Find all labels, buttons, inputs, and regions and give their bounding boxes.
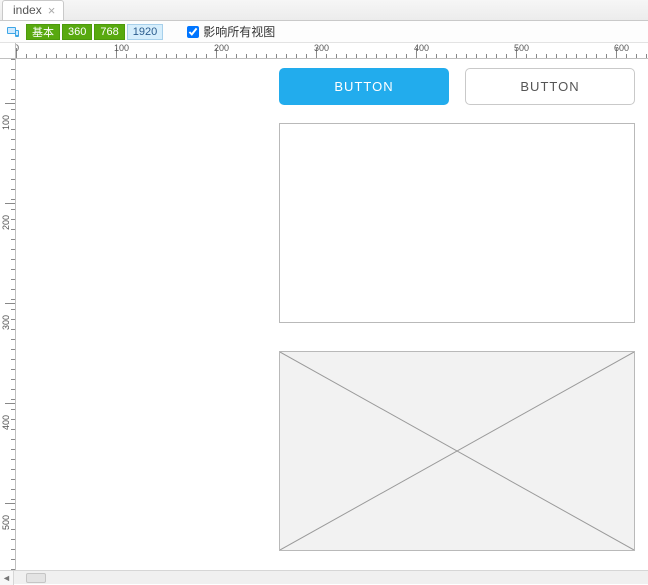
button-outline-label: BUTTON <box>520 79 579 94</box>
ruler-h-label: 300 <box>314 43 329 53</box>
button-primary[interactable]: BUTTON <box>279 68 449 105</box>
canvas[interactable]: BUTTON BUTTON <box>16 59 648 570</box>
affect-checkbox[interactable] <box>187 26 199 38</box>
tab-bar: index × <box>0 0 648 21</box>
ruler-v-label: 500 <box>1 515 11 530</box>
tab-title: index <box>13 3 42 17</box>
scroll-left-arrow-icon[interactable]: ◄ <box>0 571 14 585</box>
ruler-v-label: 400 <box>1 415 11 430</box>
viewport-basic[interactable]: 基本 <box>26 24 60 40</box>
ruler-v-label: 100 <box>1 115 11 130</box>
ruler-h-label: 400 <box>414 43 429 53</box>
horizontal-scrollbar[interactable]: ◄ <box>0 570 648 584</box>
ruler-h-label: 500 <box>514 43 529 53</box>
image-placeholder-widget[interactable] <box>279 351 635 551</box>
ruler-horizontal[interactable]: 0100200300400500600 <box>16 43 648 59</box>
ruler-h-label: 200 <box>214 43 229 53</box>
placeholder-x-icon <box>280 352 634 550</box>
close-icon[interactable]: × <box>48 4 56 17</box>
device-icon <box>6 26 20 38</box>
viewport-1920[interactable]: 1920 <box>127 24 163 40</box>
affect-label: 影响所有视图 <box>203 23 275 40</box>
ruler-vertical[interactable]: 100 200 300 400 500 <box>0 59 16 570</box>
viewport-768[interactable]: 768 <box>94 24 124 40</box>
tab-index[interactable]: index × <box>2 0 64 20</box>
ruler-h-label: 100 <box>114 43 129 53</box>
button-primary-label: BUTTON <box>334 79 393 94</box>
scroll-thumb[interactable] <box>26 573 46 583</box>
viewport-360[interactable]: 360 <box>62 24 92 40</box>
toolbar: 基本 360 768 1920 影响所有视图 <box>0 21 648 43</box>
ruler-v-label: 200 <box>1 215 11 230</box>
ruler-corner <box>0 43 16 59</box>
workspace: 0100200300400500600 100200300400500 BUTT… <box>0 43 648 570</box>
ruler-v-label: 300 <box>1 315 11 330</box>
rectangle-widget[interactable] <box>279 123 635 323</box>
ruler-h-label: 600 <box>614 43 629 53</box>
affect-all-views[interactable]: 影响所有视图 <box>187 23 275 40</box>
button-outline[interactable]: BUTTON <box>465 68 635 105</box>
